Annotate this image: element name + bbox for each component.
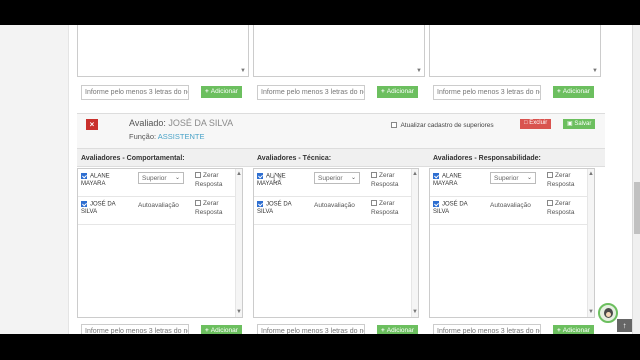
page-scrollbar[interactable] (632, 25, 640, 334)
scroll-up-icon[interactable]: ▲ (412, 171, 418, 177)
scroll-down-icon[interactable]: ▼ (236, 309, 242, 315)
plus-icon: + (557, 327, 561, 334)
search-evaluator-input[interactable]: Informe pelo menos 3 letras do no (257, 324, 365, 334)
add-evaluator-button[interactable]: + Adicionar (201, 86, 242, 98)
delete-button[interactable]: □ Excluir (520, 119, 552, 129)
save-icon: ▣ (567, 121, 573, 127)
checkbox-icon[interactable] (81, 173, 87, 179)
evaluator-list-responsabilidade[interactable]: ALANE MAYARA Superior ⌄ Zerar Resposta JO… (429, 168, 595, 318)
reset-answer-checkbox[interactable]: Zerar Resposta (371, 171, 415, 189)
update-superiors-checkbox[interactable]: Atualizar cadastro de superiores (391, 122, 494, 129)
top-evaluator-box-1[interactable]: ▼ (77, 25, 249, 77)
chevron-down-icon: ⌄ (526, 175, 532, 181)
reset-answer-checkbox[interactable]: Zerar Resposta (195, 171, 239, 189)
reset-answer-checkbox[interactable]: Zerar Resposta (547, 199, 591, 217)
chevron-down-icon: ⌄ (174, 175, 180, 181)
evaluated-name: Avaliado: JOSÉ DA SILVA (129, 118, 234, 128)
evaluator-name[interactable]: JOSÉ DA SILVA (81, 201, 131, 217)
reset-answer-checkbox[interactable]: Zerar Resposta (195, 199, 239, 217)
search-evaluator-input[interactable]: Informe pelo menos 3 letras do no (433, 85, 541, 100)
checkbox-icon[interactable] (391, 122, 397, 129)
evaluator-name[interactable]: JOSÉ DA SILVA (257, 201, 307, 217)
evaluator-row: JOSÉ DA SILVA Autoavaliação Zerar Respos… (430, 197, 588, 225)
main-content: ▼ ▼ ▼ Informe pelo menos 3 letras do no … (68, 25, 632, 334)
plus-icon: + (557, 88, 561, 95)
page-scrollbar-thumb[interactable] (634, 182, 640, 234)
scroll-down-icon[interactable]: ▼ (588, 309, 594, 315)
evaluator-name[interactable]: ALANE MAYARA (81, 173, 131, 189)
support-avatar-icon[interactable] (598, 303, 618, 323)
save-button[interactable]: ▣ Salvar (563, 119, 596, 129)
checkbox-icon[interactable] (433, 201, 439, 207)
search-evaluator-input[interactable]: Informe pelo menos 3 letras do no (81, 85, 189, 100)
viewport: ▼ ▼ ▼ Informe pelo menos 3 letras do no … (0, 25, 640, 334)
section-title-comportamental: Avaliadores - Comportamental: (81, 155, 185, 162)
plus-icon: + (381, 88, 385, 95)
chevron-down-icon: ⌄ (350, 175, 356, 181)
scroll-down-icon[interactable]: ▼ (592, 68, 598, 74)
evaluator-type-select[interactable]: Superior ⌄ (490, 172, 536, 184)
add-evaluator-button[interactable]: + Adicionar (377, 325, 418, 334)
plus-icon: + (205, 88, 209, 95)
add-evaluator-button[interactable]: + Adicionar (377, 86, 418, 98)
scroll-to-top-button[interactable]: ↑ (617, 319, 632, 332)
scroll-up-icon[interactable]: ▲ (236, 171, 242, 177)
plus-icon: + (381, 327, 385, 334)
reset-answer-checkbox[interactable]: Zerar Resposta (371, 199, 415, 217)
search-evaluator-input[interactable]: Informe pelo menos 3 letras do no (257, 85, 365, 100)
reset-answer-checkbox[interactable]: Zerar Resposta (547, 171, 591, 189)
evaluator-row: ALANE MAYARA Superior ⌄ Zerar Resposta (78, 169, 236, 197)
list-scrollbar[interactable]: ▲ ▼ (235, 169, 242, 317)
section-title-tecnica: Avaliadores - Técnica: (257, 155, 332, 162)
evaluator-row: JOSÉ DA SILVA Autoavaliação Zerar Respos… (78, 197, 236, 225)
search-evaluator-input[interactable]: Informe pelo menos 3 letras do no (433, 324, 541, 334)
list-scrollbar[interactable]: ▲ ▼ (587, 169, 594, 317)
evaluator-list-comportamental[interactable]: ALANE MAYARA Superior ⌄ Zerar Resposta JO… (77, 168, 243, 318)
add-evaluator-button[interactable]: + Adicionar (553, 86, 594, 98)
evaluator-name[interactable]: ALANE MAYARA (257, 173, 307, 189)
evaluated-header: × Avaliado: JOSÉ DA SILVA Função: ASSIST… (77, 113, 605, 151)
evaluator-name[interactable]: JOSÉ DA SILVA (433, 201, 483, 217)
plus-icon: + (205, 327, 209, 334)
avatar-face (604, 308, 613, 318)
checkbox-icon[interactable] (195, 172, 201, 179)
checkbox-icon[interactable] (257, 173, 263, 179)
checkbox-icon[interactable] (371, 200, 377, 207)
scroll-down-icon[interactable]: ▼ (416, 68, 422, 74)
checkbox-icon[interactable] (547, 172, 553, 179)
add-evaluator-button[interactable]: + Adicionar (201, 325, 242, 334)
scroll-down-icon[interactable]: ▼ (412, 309, 418, 315)
evaluator-type-label: Autoavaliação (314, 202, 355, 209)
evaluator-type-select[interactable]: Superior ⌄ (314, 172, 360, 184)
close-icon[interactable]: × (86, 119, 98, 130)
evaluator-type-label: Autoavaliação (138, 202, 179, 209)
checkbox-icon[interactable] (195, 200, 201, 207)
checkbox-icon[interactable] (371, 172, 377, 179)
scroll-up-icon[interactable]: ▲ (588, 171, 594, 177)
checkbox-icon[interactable] (547, 200, 553, 207)
evaluated-function: Função: ASSISTENTE (129, 132, 205, 141)
evaluator-name[interactable]: ALANE MAYARA (433, 173, 483, 189)
search-evaluator-input[interactable]: Informe pelo menos 3 letras do no (81, 324, 189, 334)
top-evaluator-box-3[interactable]: ▼ (429, 25, 601, 77)
evaluator-row: ALANE MAYARA Superior ⌄ Zerar Resposta (430, 169, 588, 197)
checkbox-icon[interactable] (257, 201, 263, 207)
add-evaluator-button[interactable]: + Adicionar (553, 325, 594, 334)
trash-icon: □ (524, 120, 528, 126)
list-scrollbar[interactable]: ▲ ▼ (411, 169, 418, 317)
evaluator-list-tecnica[interactable]: ALANE MAYARA Superior ⌄ Zerar Resposta JO… (253, 168, 419, 318)
checkbox-icon[interactable] (81, 201, 87, 207)
scroll-down-icon[interactable]: ▼ (240, 68, 246, 74)
evaluator-row: JOSÉ DA SILVA Autoavaliação Zerar Respos… (254, 197, 412, 225)
section-title-responsabilidade: Avaliadores - Responsabilidade: (433, 155, 541, 162)
evaluator-type-select[interactable]: Superior ⌄ (138, 172, 184, 184)
top-evaluator-box-2[interactable]: ▼ (253, 25, 425, 77)
checkbox-icon[interactable] (433, 173, 439, 179)
evaluator-type-label: Autoavaliação (490, 202, 531, 209)
